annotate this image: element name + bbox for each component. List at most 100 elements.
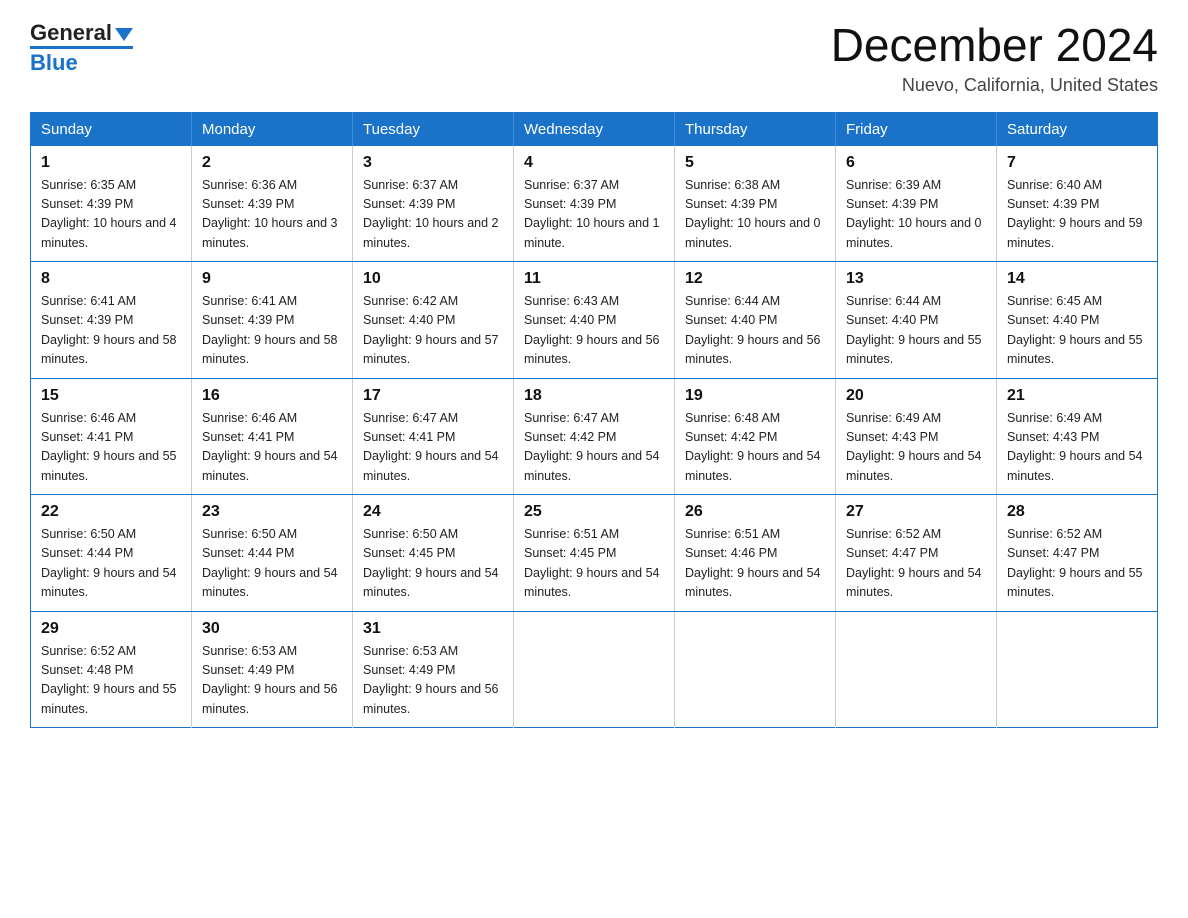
- calendar-cell: [836, 611, 997, 728]
- day-number: 27: [846, 503, 986, 521]
- day-number: 13: [846, 270, 986, 288]
- calendar-cell: 11 Sunrise: 6:43 AMSunset: 4:40 PMDayligh…: [514, 262, 675, 379]
- day-number: 2: [202, 154, 342, 172]
- calendar-cell: 19Sunrise: 6:48 AMSunset: 4:42 PMDayligh…: [675, 378, 836, 495]
- calendar-cell: 21 Sunrise: 6:49 AMSunset: 4:43 PMDayligh…: [997, 378, 1158, 495]
- day-info: Sunrise: 6:49 AMSunset: 4:43 PMDaylight:…: [1007, 409, 1147, 487]
- calendar-cell: 22Sunrise: 6:50 AMSunset: 4:44 PMDayligh…: [31, 495, 192, 612]
- day-number: 17: [363, 387, 503, 405]
- calendar-week-row: 8 Sunrise: 6:41 AMSunset: 4:39 PMDaylight…: [31, 262, 1158, 379]
- day-number: 6: [846, 154, 986, 172]
- day-number: 31: [363, 620, 503, 638]
- day-of-week-header: Saturday: [997, 112, 1158, 146]
- calendar-cell: 10 Sunrise: 6:42 AMSunset: 4:40 PMDayligh…: [353, 262, 514, 379]
- calendar-cell: 14 Sunrise: 6:45 AMSunset: 4:40 PMDayligh…: [997, 262, 1158, 379]
- day-info: Sunrise: 6:50 AMSunset: 4:44 PMDaylight:…: [41, 525, 181, 603]
- calendar-cell: 16Sunrise: 6:46 AMSunset: 4:41 PMDayligh…: [192, 378, 353, 495]
- logo-arrow-icon: [115, 28, 133, 41]
- day-info: Sunrise: 6:45 AMSunset: 4:40 PMDaylight:…: [1007, 292, 1147, 370]
- day-info: Sunrise: 6:52 AMSunset: 4:47 PMDaylight:…: [846, 525, 986, 603]
- logo-general-text: General: [30, 20, 112, 46]
- calendar-cell: 4 Sunrise: 6:37 AMSunset: 4:39 PMDaylight…: [514, 146, 675, 262]
- day-of-week-header: Friday: [836, 112, 997, 146]
- month-title: December 2024: [831, 20, 1158, 71]
- calendar-cell: 8 Sunrise: 6:41 AMSunset: 4:39 PMDaylight…: [31, 262, 192, 379]
- day-number: 14: [1007, 270, 1147, 288]
- calendar-cell: 9Sunrise: 6:41 AMSunset: 4:39 PMDaylight…: [192, 262, 353, 379]
- day-info: Sunrise: 6:42 AMSunset: 4:40 PMDaylight:…: [363, 292, 503, 370]
- day-info: Sunrise: 6:39 AMSunset: 4:39 PMDaylight:…: [846, 176, 986, 254]
- day-info: Sunrise: 6:52 AMSunset: 4:48 PMDaylight:…: [41, 642, 181, 720]
- day-info: Sunrise: 6:41 AMSunset: 4:39 PMDaylight:…: [202, 292, 342, 370]
- calendar-cell: 17Sunrise: 6:47 AMSunset: 4:41 PMDayligh…: [353, 378, 514, 495]
- day-info: Sunrise: 6:53 AMSunset: 4:49 PMDaylight:…: [202, 642, 342, 720]
- calendar-cell: 13 Sunrise: 6:44 AMSunset: 4:40 PMDayligh…: [836, 262, 997, 379]
- day-number: 24: [363, 503, 503, 521]
- day-info: Sunrise: 6:47 AMSunset: 4:42 PMDaylight:…: [524, 409, 664, 487]
- day-number: 30: [202, 620, 342, 638]
- page-header: General Blue December 2024 Nuevo, Califo…: [30, 20, 1158, 96]
- day-number: 11: [524, 270, 664, 288]
- calendar-header-row: SundayMondayTuesdayWednesdayThursdayFrid…: [31, 112, 1158, 146]
- calendar-cell: 31 Sunrise: 6:53 AMSunset: 4:49 PMDayligh…: [353, 611, 514, 728]
- day-number: 25: [524, 503, 664, 521]
- day-number: 21: [1007, 387, 1147, 405]
- day-info: Sunrise: 6:49 AMSunset: 4:43 PMDaylight:…: [846, 409, 986, 487]
- title-area: December 2024 Nuevo, California, United …: [831, 20, 1158, 96]
- day-number: 28: [1007, 503, 1147, 521]
- day-number: 4: [524, 154, 664, 172]
- calendar-cell: 24 Sunrise: 6:50 AMSunset: 4:45 PMDayligh…: [353, 495, 514, 612]
- calendar-cell: 1Sunrise: 6:35 AMSunset: 4:39 PMDaylight…: [31, 146, 192, 262]
- calendar-cell: 7 Sunrise: 6:40 AMSunset: 4:39 PMDaylight…: [997, 146, 1158, 262]
- day-info: Sunrise: 6:37 AMSunset: 4:39 PMDaylight:…: [363, 176, 503, 254]
- calendar-week-row: 22Sunrise: 6:50 AMSunset: 4:44 PMDayligh…: [31, 495, 1158, 612]
- day-number: 19: [685, 387, 825, 405]
- day-info: Sunrise: 6:36 AMSunset: 4:39 PMDaylight:…: [202, 176, 342, 254]
- calendar-cell: 6 Sunrise: 6:39 AMSunset: 4:39 PMDaylight…: [836, 146, 997, 262]
- day-info: Sunrise: 6:50 AMSunset: 4:44 PMDaylight:…: [202, 525, 342, 603]
- day-info: Sunrise: 6:37 AMSunset: 4:39 PMDaylight:…: [524, 176, 664, 254]
- day-info: Sunrise: 6:50 AMSunset: 4:45 PMDaylight:…: [363, 525, 503, 603]
- calendar-cell: 25Sunrise: 6:51 AMSunset: 4:45 PMDayligh…: [514, 495, 675, 612]
- day-number: 20: [846, 387, 986, 405]
- day-info: Sunrise: 6:46 AMSunset: 4:41 PMDaylight:…: [41, 409, 181, 487]
- calendar-cell: 20 Sunrise: 6:49 AMSunset: 4:43 PMDayligh…: [836, 378, 997, 495]
- day-info: Sunrise: 6:40 AMSunset: 4:39 PMDaylight:…: [1007, 176, 1147, 254]
- day-info: Sunrise: 6:41 AMSunset: 4:39 PMDaylight:…: [41, 292, 181, 370]
- day-of-week-header: Wednesday: [514, 112, 675, 146]
- calendar-cell: 27 Sunrise: 6:52 AMSunset: 4:47 PMDayligh…: [836, 495, 997, 612]
- calendar-cell: 15 Sunrise: 6:46 AMSunset: 4:41 PMDayligh…: [31, 378, 192, 495]
- calendar-cell: 26 Sunrise: 6:51 AMSunset: 4:46 PMDayligh…: [675, 495, 836, 612]
- day-info: Sunrise: 6:51 AMSunset: 4:46 PMDaylight:…: [685, 525, 825, 603]
- day-number: 10: [363, 270, 503, 288]
- day-info: Sunrise: 6:53 AMSunset: 4:49 PMDaylight:…: [363, 642, 503, 720]
- calendar-cell: 29 Sunrise: 6:52 AMSunset: 4:48 PMDayligh…: [31, 611, 192, 728]
- calendar-cell: [514, 611, 675, 728]
- calendar-cell: 2 Sunrise: 6:36 AMSunset: 4:39 PMDaylight…: [192, 146, 353, 262]
- calendar-cell: [997, 611, 1158, 728]
- day-number: 8: [41, 270, 181, 288]
- day-info: Sunrise: 6:44 AMSunset: 4:40 PMDaylight:…: [685, 292, 825, 370]
- calendar-cell: [675, 611, 836, 728]
- calendar-week-row: 1Sunrise: 6:35 AMSunset: 4:39 PMDaylight…: [31, 146, 1158, 262]
- calendar-table: SundayMondayTuesdayWednesdayThursdayFrid…: [30, 112, 1158, 729]
- calendar-cell: 12 Sunrise: 6:44 AMSunset: 4:40 PMDayligh…: [675, 262, 836, 379]
- day-number: 29: [41, 620, 181, 638]
- day-number: 26: [685, 503, 825, 521]
- day-number: 5: [685, 154, 825, 172]
- day-info: Sunrise: 6:38 AMSunset: 4:39 PMDaylight:…: [685, 176, 825, 254]
- day-number: 3: [363, 154, 503, 172]
- day-info: Sunrise: 6:44 AMSunset: 4:40 PMDaylight:…: [846, 292, 986, 370]
- day-number: 7: [1007, 154, 1147, 172]
- day-info: Sunrise: 6:43 AMSunset: 4:40 PMDaylight:…: [524, 292, 664, 370]
- day-number: 12: [685, 270, 825, 288]
- day-number: 15: [41, 387, 181, 405]
- calendar-cell: 23Sunrise: 6:50 AMSunset: 4:44 PMDayligh…: [192, 495, 353, 612]
- day-of-week-header: Sunday: [31, 112, 192, 146]
- day-number: 18: [524, 387, 664, 405]
- day-number: 16: [202, 387, 342, 405]
- calendar-week-row: 15 Sunrise: 6:46 AMSunset: 4:41 PMDayligh…: [31, 378, 1158, 495]
- day-info: Sunrise: 6:35 AMSunset: 4:39 PMDaylight:…: [41, 176, 181, 254]
- day-of-week-header: Thursday: [675, 112, 836, 146]
- day-of-week-header: Monday: [192, 112, 353, 146]
